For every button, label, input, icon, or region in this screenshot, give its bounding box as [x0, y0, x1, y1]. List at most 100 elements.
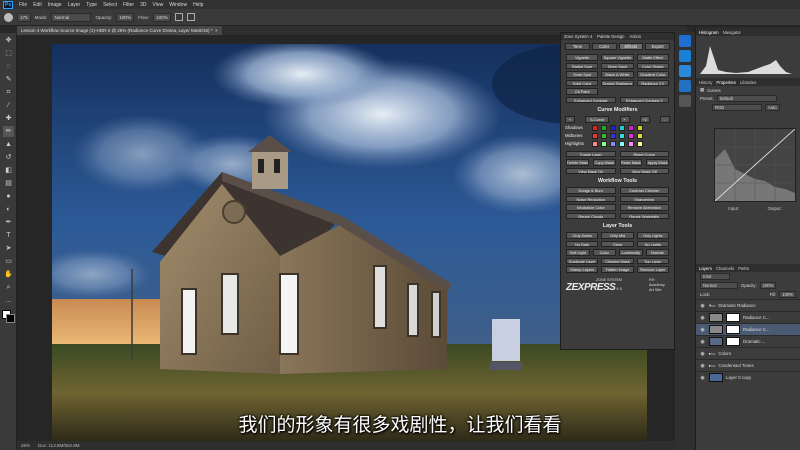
menu-view[interactable]: View	[153, 2, 164, 8]
curve-btn[interactable]: +	[619, 116, 630, 123]
magenta-swatch[interactable]	[628, 140, 634, 147]
effect-button[interactable]: Glt Paint	[566, 88, 599, 95]
workflow-button[interactable]: Neutralize Color	[566, 204, 616, 211]
menu-3d[interactable]: 3D	[140, 2, 146, 8]
blur-tool-icon[interactable]: ●	[3, 191, 14, 202]
document-image[interactable]	[52, 44, 647, 441]
cyan-swatch[interactable]	[619, 140, 625, 147]
effect-button[interactable]: Radial Sunr	[566, 62, 599, 69]
tab-tone[interactable]: Tone	[565, 43, 590, 50]
eye-icon[interactable]: ◉	[699, 315, 706, 321]
effect-button[interactable]: Black & White	[601, 71, 634, 78]
layer-group[interactable]: ◉ ▸▭ Condensed Tones	[696, 359, 800, 371]
tab-color[interactable]: Color	[591, 43, 617, 50]
menu-layer[interactable]: Layer	[68, 2, 81, 8]
extension-icon[interactable]	[679, 95, 691, 107]
blue-swatch[interactable]	[610, 140, 616, 147]
layer-tool-button[interactable]: Only Lights	[636, 232, 669, 239]
workflow-button[interactable]: Sharpening	[619, 195, 669, 202]
effect-button[interactable]: Dramic Radiance	[601, 79, 634, 86]
lasso-tool-icon[interactable]: ◌	[3, 61, 14, 72]
extension-icon[interactable]	[679, 65, 691, 77]
green-swatch[interactable]	[601, 140, 607, 147]
quick-select-tool-icon[interactable]: ✎	[3, 74, 14, 85]
layer-op-button[interactable]: Flatten Image	[601, 266, 634, 273]
effect-button[interactable]: Deep Sand	[601, 62, 634, 69]
effect-button[interactable]: Radiance 2.0	[636, 79, 669, 86]
pressure-icon[interactable]	[186, 13, 195, 21]
layer-op-button[interactable]: Remove Layer	[636, 266, 669, 273]
effect-button[interactable]: Square Vignette	[601, 54, 634, 61]
crop-tool-icon[interactable]: ⌗	[3, 87, 14, 98]
path-select-icon[interactable]: ➤	[3, 243, 14, 254]
blend-button[interactable]: Luminosity	[619, 249, 643, 256]
stamp-tool-icon[interactable]: ▲	[3, 139, 14, 150]
tab-export[interactable]: Export	[645, 43, 670, 50]
hand-tool-icon[interactable]: ✋	[3, 269, 14, 280]
effect-button[interactable]: Enhanced Contrast 2	[619, 96, 669, 103]
layer-op-button[interactable]: Stamp Layers	[566, 266, 599, 273]
delete-mask-button[interactable]: Delete Mask	[566, 159, 589, 166]
zone-header-tab-1[interactable]: Zone System 4	[564, 34, 592, 39]
close-icon[interactable]: ×	[215, 28, 218, 33]
auto-button[interactable]: Auto	[765, 104, 780, 111]
effect-button[interactable]: Matte Effect	[636, 54, 669, 61]
cyan-swatch[interactable]	[619, 124, 625, 131]
eye-icon[interactable]: ◉	[699, 339, 706, 345]
layer-op-button[interactable]: Top Layer	[636, 257, 669, 264]
menu-filter[interactable]: Filter	[123, 2, 134, 8]
extension-icon[interactable]	[679, 35, 691, 47]
tab-histogram[interactable]: Histogram	[699, 30, 719, 35]
layer-op-button[interactable]: Clipping Mask	[601, 257, 634, 264]
blue-swatch[interactable]	[610, 132, 616, 139]
brush-size-picker[interactable]: 175	[17, 12, 31, 22]
workflow-button[interactable]: Dodge & Burn	[566, 187, 616, 194]
layer-tool-button[interactable]: Clear	[601, 240, 634, 247]
pen-tool-icon[interactable]: ✒	[3, 217, 14, 228]
workflow-button[interactable]: Repair Waterfalls	[619, 212, 669, 219]
eye-icon[interactable]: ◉	[699, 363, 706, 369]
marquee-tool-icon[interactable]: ⬚	[3, 48, 14, 59]
workflow-button[interactable]: Noise Reduction	[566, 195, 616, 202]
yellow-swatch[interactable]	[637, 132, 643, 139]
layer-item[interactable]: ◉ Layer 0 copy	[696, 371, 800, 383]
type-tool-icon[interactable]: T	[3, 230, 14, 241]
yellow-swatch[interactable]	[637, 140, 643, 147]
mask-thumbnail[interactable]	[726, 337, 740, 346]
layer-tool-button[interactable]: No Lights	[636, 240, 669, 247]
blend-button[interactable]: Normal	[645, 249, 669, 256]
tab-history[interactable]: History	[699, 80, 712, 85]
menu-edit[interactable]: Edit	[33, 2, 42, 8]
eraser-tool-icon[interactable]: ◧	[3, 165, 14, 176]
menu-help[interactable]: Help	[193, 2, 203, 8]
blend-button[interactable]: Color	[592, 249, 616, 256]
layer-op-button[interactable]: Duplicate Layer	[566, 257, 599, 264]
magenta-swatch[interactable]	[628, 124, 634, 131]
layer-group[interactable]: ◉ ▸▭ Colors	[696, 347, 800, 359]
red-swatch[interactable]	[592, 124, 598, 131]
eye-icon[interactable]: ◉	[699, 303, 706, 309]
paste-mask-button[interactable]: Paste Mask	[619, 159, 643, 166]
healing-tool-icon[interactable]: ✚	[3, 113, 14, 124]
layer-item[interactable]: ◉ Dramatic ...	[696, 335, 800, 347]
tab-properties[interactable]: Properties	[716, 80, 736, 85]
opacity-field[interactable]: 100%	[116, 12, 135, 22]
effect-button[interactable]: Vignette	[566, 54, 599, 61]
green-swatch[interactable]	[601, 132, 607, 139]
s-curve-button[interactable]: S-Curve	[585, 116, 610, 123]
effect-button[interactable]: Solar Spot	[566, 71, 599, 78]
curve-btn[interactable]: -	[660, 116, 670, 123]
eyedropper-tool-icon[interactable]: ⁄	[3, 100, 14, 111]
eye-icon[interactable]: ◉	[699, 327, 706, 333]
zoom-level[interactable]: 26%	[21, 443, 30, 448]
layer-group[interactable]: ◉ ▾▭ Dramatic Radiance	[696, 299, 800, 311]
extension-icon[interactable]	[679, 50, 691, 62]
fill-field[interactable]: 100%	[779, 291, 796, 298]
copy-mask-button[interactable]: Copy Mask	[592, 159, 616, 166]
dodge-tool-icon[interactable]: ◐	[3, 204, 14, 215]
apply-mask-button[interactable]: Apply Mask	[646, 159, 669, 166]
effect-button[interactable]: Enhanced Contrast	[566, 96, 616, 103]
document-tab[interactable]: Lesson 4 Workflow Source Image (1)-HDR-2…	[17, 26, 222, 35]
effect-button[interactable]: Solid Color	[566, 79, 599, 86]
tab-libraries[interactable]: Libraries	[740, 80, 756, 85]
